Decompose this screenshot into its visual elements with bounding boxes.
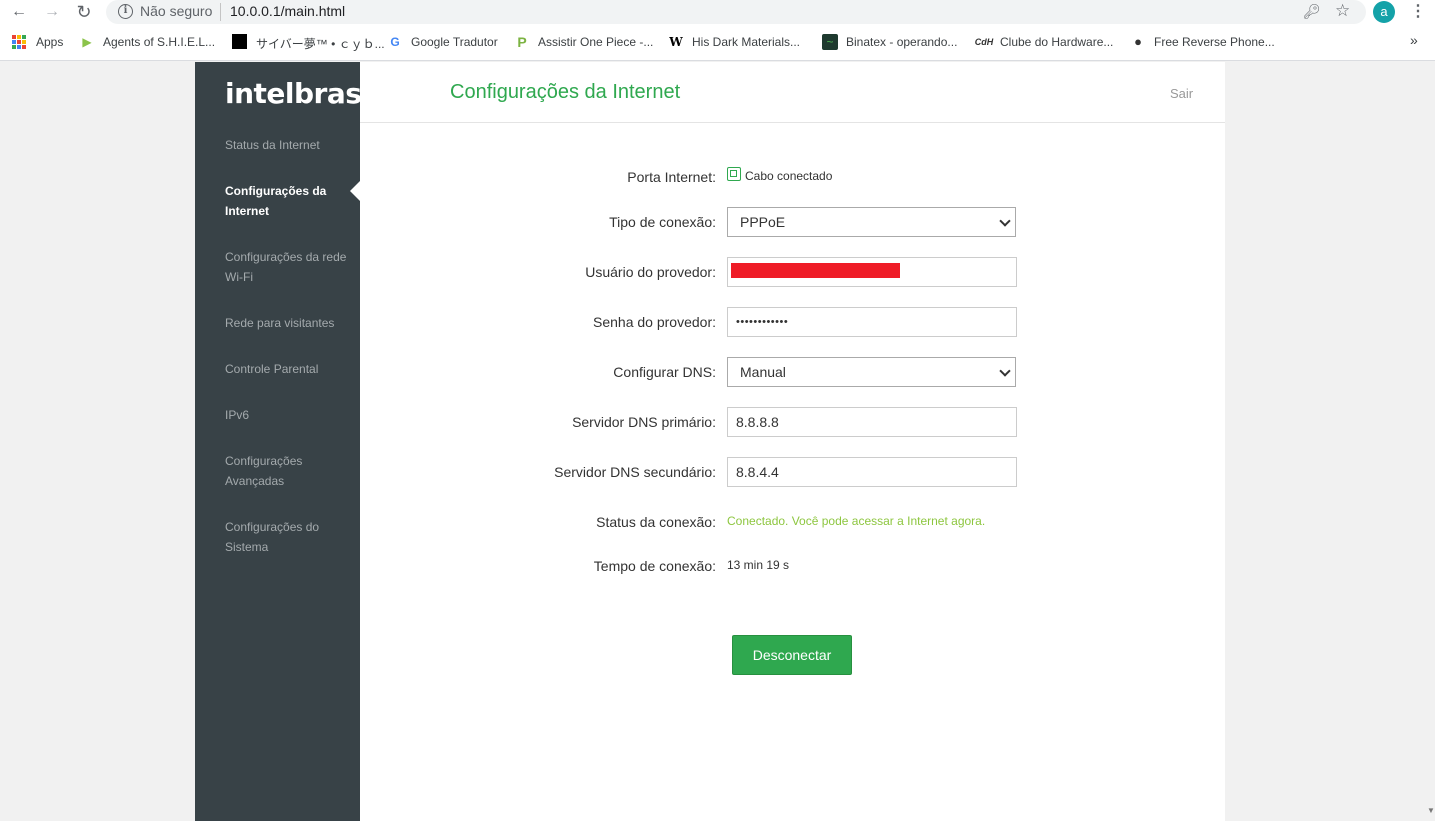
chevron-down-icon (999, 215, 1011, 227)
reload-icon[interactable]: ↻ (74, 2, 94, 22)
bookmark-google-tradutor[interactable]: Google Tradutor (411, 35, 498, 49)
sidebar-item-config-internet[interactable]: Configurações da Internet (225, 181, 355, 221)
chevron-down-icon (999, 365, 1011, 377)
more-bookmarks-icon[interactable]: » (1410, 32, 1418, 48)
black-square-icon (232, 34, 247, 49)
bookmark-his-dark-materials[interactable]: His Dark Materials... (692, 35, 800, 49)
chart-line-icon: ~ (822, 34, 838, 50)
port-label: Porta Internet: (627, 169, 716, 185)
header-divider (360, 122, 1225, 123)
url-text[interactable]: 10.0.0.1/main.html (230, 3, 345, 19)
scroll-down-icon[interactable]: ▼ (1427, 806, 1435, 815)
apps-grid-icon[interactable] (12, 35, 26, 49)
dns-secondary-input[interactable]: 8.8.4.4 (727, 457, 1017, 487)
sidebar (195, 62, 360, 821)
port-value: Cabo conectado (745, 169, 833, 183)
key-icon[interactable]: 🔑︎ (1303, 3, 1321, 20)
disconnect-button[interactable]: Desconectar (732, 635, 852, 675)
bookmark-binatex[interactable]: Binatex - operando... (846, 35, 957, 49)
bookmark-cyber[interactable]: サイバー夢™ • ｃｙｂ... (256, 35, 385, 52)
connection-type-select[interactable]: PPPoE (727, 207, 1016, 237)
info-icon[interactable]: i (118, 4, 133, 19)
page-title: Configurações da Internet (450, 81, 681, 103)
user-label: Usuário do provedor: (585, 264, 716, 280)
dns-mode-select[interactable]: Manual (727, 357, 1016, 387)
forward-arrow-icon[interactable]: → (42, 2, 62, 22)
dns-mode-value: Manual (740, 364, 786, 380)
scrollbar[interactable] (1425, 62, 1435, 821)
connection-type-value: PPPoE (740, 214, 786, 230)
back-arrow-icon[interactable]: ← (9, 2, 29, 22)
bookmark-clube-hardware[interactable]: Clube do Hardware... (1000, 35, 1113, 49)
wikipedia-icon: W (669, 35, 683, 49)
status-label: Status da conexão: (596, 514, 716, 530)
star-icon[interactable]: ☆ (1335, 1, 1350, 21)
sidebar-item-parental-control[interactable]: Controle Parental (225, 359, 355, 379)
dns-primary-label: Servidor DNS primário: (572, 414, 716, 430)
profile-avatar[interactable]: a (1373, 1, 1395, 23)
cdh-logo-icon: CdH (974, 37, 994, 47)
connection-type-label: Tipo de conexão: (609, 214, 716, 230)
security-label: Não seguro (140, 3, 213, 19)
password-label: Senha do provedor: (593, 314, 716, 330)
bookmark-one-piece[interactable]: Assistir One Piece -... (538, 35, 653, 49)
browser-toolbar: ← → ↻ i Não seguro 10.0.0.1/main.html 🔑︎… (0, 0, 1435, 24)
menu-dots-icon[interactable]: ⋮ (1410, 1, 1426, 21)
bookmark-apps[interactable]: Apps (36, 35, 63, 49)
logout-link[interactable]: Sair (1170, 86, 1193, 101)
sidebar-item-system[interactable]: Configurações do Sistema (225, 517, 355, 557)
dns-secondary-label: Servidor DNS secundário: (554, 464, 716, 480)
status-value: Conectado. Você pode acessar a Internet … (727, 514, 986, 528)
bookmark-agents-shield[interactable]: Agents of S.H.I.E.L... (103, 35, 215, 49)
redaction-bar (731, 263, 900, 278)
active-pointer (350, 181, 360, 201)
dns-mode-label: Configurar DNS: (613, 364, 716, 380)
play-icon: ▶ (82, 35, 92, 49)
sidebar-item-ipv6[interactable]: IPv6 (225, 405, 355, 425)
spy-icon: ● (1134, 34, 1142, 49)
cable-connected-icon (727, 167, 741, 181)
sidebar-item-guest-network[interactable]: Rede para visitantes (225, 313, 355, 333)
dns-primary-input[interactable]: 8.8.8.8 (727, 407, 1017, 437)
bookmarks-bar: Apps ▶ Agents of S.H.I.E.L... サイバー夢™ • ｃ… (0, 24, 1435, 61)
password-input[interactable]: •••••••••••• (727, 307, 1017, 337)
p-logo-icon: P (517, 34, 527, 50)
bookmark-free-reverse-phone[interactable]: Free Reverse Phone... (1154, 35, 1275, 49)
intelbras-logo: intelbras (225, 77, 362, 110)
sidebar-item-config-wifi[interactable]: Configurações da rede Wi-Fi (225, 247, 355, 287)
sidebar-item-status-internet[interactable]: Status da Internet (225, 135, 355, 155)
sidebar-item-advanced[interactable]: Configurações Avançadas (225, 451, 355, 491)
time-label: Tempo de conexão: (593, 558, 716, 574)
url-separator (220, 3, 221, 21)
time-value: 13 min 19 s (727, 558, 790, 572)
translate-icon: G (390, 35, 400, 49)
